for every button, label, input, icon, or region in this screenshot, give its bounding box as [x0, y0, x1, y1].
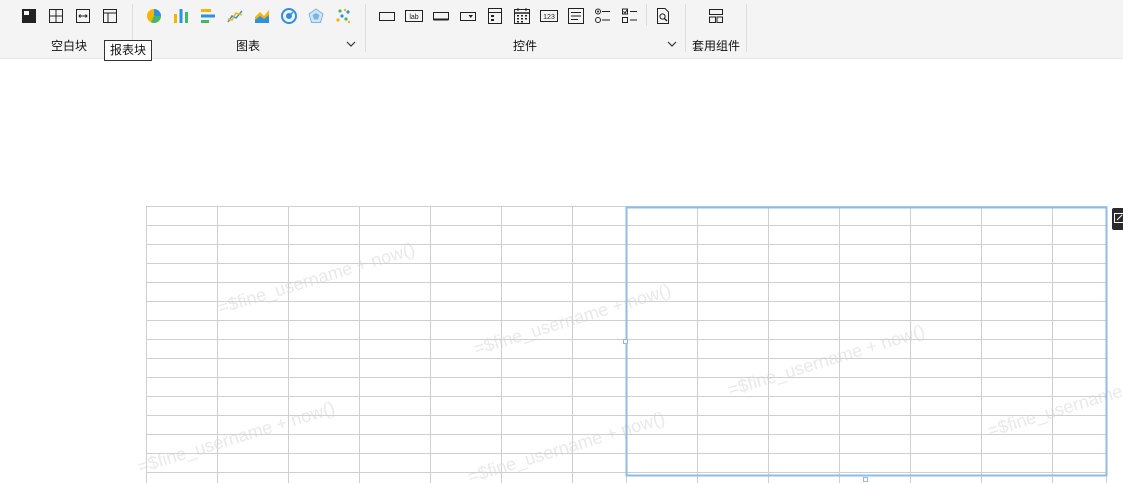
label-icon[interactable]: lab [403, 5, 425, 27]
checkbox-group-icon[interactable] [619, 5, 641, 27]
watermark-text: =$fine_username + now() [985, 362, 1123, 442]
bar-chart-icon[interactable] [170, 5, 192, 27]
label-icon-text: lab [409, 14, 418, 21]
grid-layout-icon[interactable] [45, 5, 67, 27]
chart-group-label: 图表 [235, 39, 260, 53]
query-button-icon[interactable] [652, 5, 674, 27]
radar-chart-icon[interactable] [305, 5, 327, 27]
button-icon[interactable] [430, 5, 452, 27]
text-area-icon[interactable] [565, 5, 587, 27]
report-block-grid[interactable]: =$fine_username + now() =$fine_username +… [0, 59, 1123, 483]
number-field-icon[interactable]: 123 [538, 5, 560, 27]
text-field-icon[interactable] [376, 5, 398, 27]
widget-control-group-label: 控件 [512, 39, 537, 53]
dropdown-icon[interactable] [457, 5, 479, 27]
edit-block-icon[interactable] [1112, 208, 1123, 230]
tab-layout-icon[interactable] [99, 5, 121, 27]
radio-group-icon[interactable] [592, 5, 614, 27]
chart-group: 图表 [134, 0, 362, 58]
widget-control-chevron-down-icon[interactable] [666, 38, 678, 50]
template-component-group: 套用组件 [687, 0, 745, 58]
watermark-text: =$fine_username + now() [135, 398, 337, 478]
horizontal-bar-chart-icon[interactable] [197, 5, 219, 27]
gauge-chart-icon[interactable] [278, 5, 300, 27]
separator [365, 4, 366, 52]
area-chart-icon[interactable] [251, 5, 273, 27]
line-chart-icon[interactable] [224, 5, 246, 27]
design-canvas[interactable]: =$fine_username + now() =$fine_username +… [0, 59, 1123, 483]
watermark-layer: =$fine_username + now() =$fine_username +… [135, 239, 1123, 483]
chart-group-chevron-down-icon[interactable] [345, 38, 357, 50]
dropdown-tree-icon[interactable] [484, 5, 506, 27]
date-picker-icon[interactable] [511, 5, 533, 27]
watermark-text: =$fine_username + now() [465, 408, 667, 483]
widget-control-group: lab 123 控件 [367, 0, 683, 58]
template-component-label: 套用组件 [691, 39, 740, 53]
horizontal-split-icon[interactable] [72, 5, 94, 27]
pie-chart-icon[interactable] [143, 5, 165, 27]
widget-toolbar: 空白块 图表 lab 123 控件 套用组件 [0, 0, 1123, 59]
resize-handle [863, 477, 868, 482]
separator [646, 4, 647, 26]
separator [746, 4, 747, 52]
scatter-chart-icon[interactable] [332, 5, 354, 27]
separator [685, 4, 686, 52]
watermark-text: =$fine_username + now() [725, 321, 927, 401]
number-icon-text: 123 [543, 14, 555, 21]
resize-handle [623, 339, 628, 344]
watermark-text: =$fine_username + now() [215, 239, 417, 319]
template-component-icon[interactable] [705, 5, 727, 27]
absolute-layout-icon[interactable] [18, 5, 40, 27]
report-block-tooltip: 报表块 [104, 40, 152, 61]
